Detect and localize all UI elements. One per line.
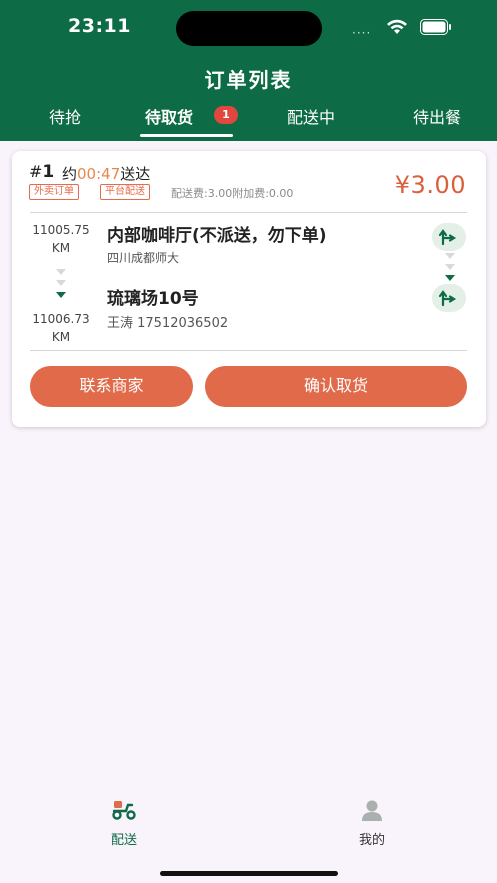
tab-to-grab[interactable]: 待抢 bbox=[49, 104, 81, 128]
delivery-eta: 约00:47送达 bbox=[62, 165, 151, 183]
dropoff-contact: 王涛 17512036502 bbox=[107, 316, 229, 331]
bottom-tab-delivery[interactable]: 配送 bbox=[84, 799, 164, 848]
status-bar: 23:11 ···· bbox=[0, 0, 497, 56]
bottom-tab-mine-label: 我的 bbox=[358, 833, 385, 848]
page-title: 订单列表 bbox=[204, 68, 293, 92]
bottom-tab-delivery-label: 配送 bbox=[110, 833, 137, 848]
tab-delivering[interactable]: 配送中 bbox=[287, 104, 335, 128]
dropoff-navigate-button[interactable] bbox=[432, 284, 466, 312]
home-indicator bbox=[160, 871, 338, 876]
tab-count-badge: 1 bbox=[214, 106, 238, 124]
pickup-navigate-button[interactable] bbox=[432, 223, 466, 251]
pickup-distance: 11005.75 KM bbox=[32, 223, 90, 255]
pickup-address: 四川成都师大 bbox=[107, 251, 180, 265]
connector-arrow-icon bbox=[445, 275, 455, 281]
divider bbox=[30, 350, 467, 351]
confirm-pickup-button[interactable]: 确认取货 bbox=[205, 366, 467, 407]
dropoff-name: 琉璃场10号 bbox=[107, 289, 199, 309]
order-card[interactable]: #1 约00:47送达 外卖订单 平台配送 配送费:3.00附加费:0.00 ¥… bbox=[12, 151, 486, 427]
tag-platform-delivery: 平台配送 bbox=[100, 184, 150, 200]
route-icon bbox=[438, 290, 457, 307]
connector-arrow-icon bbox=[445, 264, 455, 270]
order-status-tabs: 待抢 待取货 1 配送中 待出餐 bbox=[0, 104, 497, 138]
connector-arrow-icon bbox=[445, 253, 455, 259]
fees-text: 配送费:3.00附加费:0.00 bbox=[171, 187, 294, 200]
status-time: 23:11 bbox=[68, 15, 131, 37]
dropoff-distance: 11006.73 KM bbox=[32, 312, 90, 344]
connector-arrow-icon bbox=[56, 280, 66, 286]
route-icon bbox=[438, 229, 457, 246]
wifi-icon bbox=[387, 19, 407, 34]
order-price: ¥3.00 bbox=[394, 171, 466, 199]
user-icon bbox=[362, 800, 382, 821]
eta-time: 00:47 bbox=[77, 165, 121, 183]
active-tab-indicator bbox=[140, 134, 233, 137]
contact-merchant-button[interactable]: 联系商家 bbox=[30, 366, 193, 407]
tab-awaiting-meal[interactable]: 待出餐 bbox=[413, 104, 461, 128]
dynamic-island bbox=[176, 11, 322, 46]
signal-dots-icon: ···· bbox=[352, 26, 372, 40]
bottom-tab-mine[interactable]: 我的 bbox=[332, 799, 412, 848]
divider bbox=[30, 212, 467, 213]
bottom-tab-bar: 配送 我的 bbox=[0, 785, 497, 883]
connector-arrow-icon bbox=[56, 292, 66, 298]
tab-to-pickup[interactable]: 待取货 bbox=[145, 104, 193, 128]
tag-takeout-order: 外卖订单 bbox=[29, 184, 79, 200]
pickup-name: 内部咖啡厅(不派送，勿下单) bbox=[107, 226, 327, 246]
connector-arrow-icon bbox=[56, 269, 66, 275]
scooter-icon bbox=[112, 801, 136, 820]
order-number: #1 bbox=[29, 162, 55, 182]
app-header: 23:11 ···· 订单列表 待抢 待取货 1 配送中 待出餐 bbox=[0, 0, 497, 141]
battery-icon bbox=[420, 19, 451, 35]
